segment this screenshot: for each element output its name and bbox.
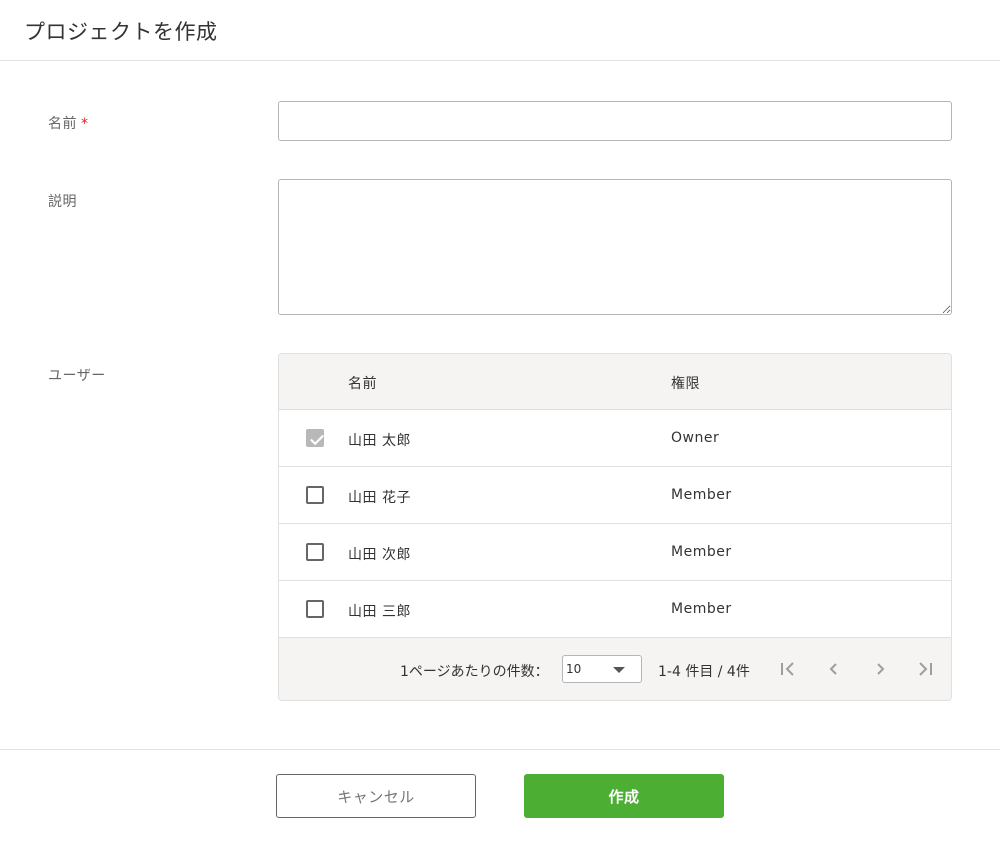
pagination-range: 1-4 件目 / 4件 (658, 664, 750, 680)
table-row: 山田 三郎 Member (279, 581, 951, 638)
name-label: 名前 * (48, 113, 89, 133)
caret-down-icon (613, 667, 625, 673)
user-role: Owner (671, 430, 720, 446)
first-page-icon (781, 662, 794, 676)
first-page-button[interactable] (776, 657, 800, 681)
create-button[interactable]: 作成 (524, 774, 724, 818)
next-page-icon (877, 663, 885, 675)
rows-per-page-select[interactable]: 10 (562, 655, 642, 683)
last-page-icon (919, 662, 932, 676)
column-header-name: 名前 (348, 376, 377, 392)
table-row: 山田 花子 Member (279, 467, 951, 524)
user-name: 山田 次郎 (348, 547, 411, 563)
user-role: Member (671, 601, 732, 617)
next-page-button[interactable] (868, 657, 892, 681)
column-header-role: 権限 (671, 376, 700, 392)
row-checkbox[interactable] (306, 600, 324, 618)
users-table: 名前 権限 山田 太郎 Owner 山田 花子 Member 山田 次郎 Mem… (278, 353, 952, 701)
required-mark: * (81, 116, 89, 132)
table-pagination: 1ページあたりの件数： 10 1-4 件目 / 4件 (279, 638, 951, 700)
description-textarea[interactable] (278, 179, 952, 315)
users-label: ユーザー (48, 368, 106, 384)
create-project-dialog: プロジェクトを作成 名前 * 説明 ユーザー 名前 権限 山田 太郎 Owner … (0, 0, 1000, 842)
user-name: 山田 太郎 (348, 433, 411, 449)
user-name: 山田 花子 (348, 490, 411, 506)
row-checkbox[interactable] (306, 486, 324, 504)
cancel-button[interactable]: キャンセル (276, 774, 476, 818)
table-header: 名前 権限 (279, 354, 951, 410)
user-name: 山田 三郎 (348, 604, 411, 620)
table-row: 山田 次郎 Member (279, 524, 951, 581)
last-page-button[interactable] (913, 657, 937, 681)
description-label: 説明 (48, 194, 77, 210)
dialog-title: プロジェクトを作成 (24, 20, 218, 44)
rows-per-page-label: 1ページあたりの件数： (400, 664, 549, 680)
dialog-footer: キャンセル 作成 (0, 749, 1000, 842)
prev-page-icon (829, 663, 837, 675)
user-role: Member (671, 487, 732, 503)
row-checkbox-disabled (306, 429, 324, 447)
row-checkbox[interactable] (306, 543, 324, 561)
rows-per-page-value: 10 (566, 662, 582, 676)
dialog-header: プロジェクトを作成 (0, 0, 1000, 61)
name-input[interactable] (278, 101, 952, 141)
check-icon (310, 435, 324, 445)
name-label-text: 名前 (48, 116, 77, 132)
user-role: Member (671, 544, 732, 560)
prev-page-button[interactable] (822, 657, 846, 681)
table-row: 山田 太郎 Owner (279, 410, 951, 467)
